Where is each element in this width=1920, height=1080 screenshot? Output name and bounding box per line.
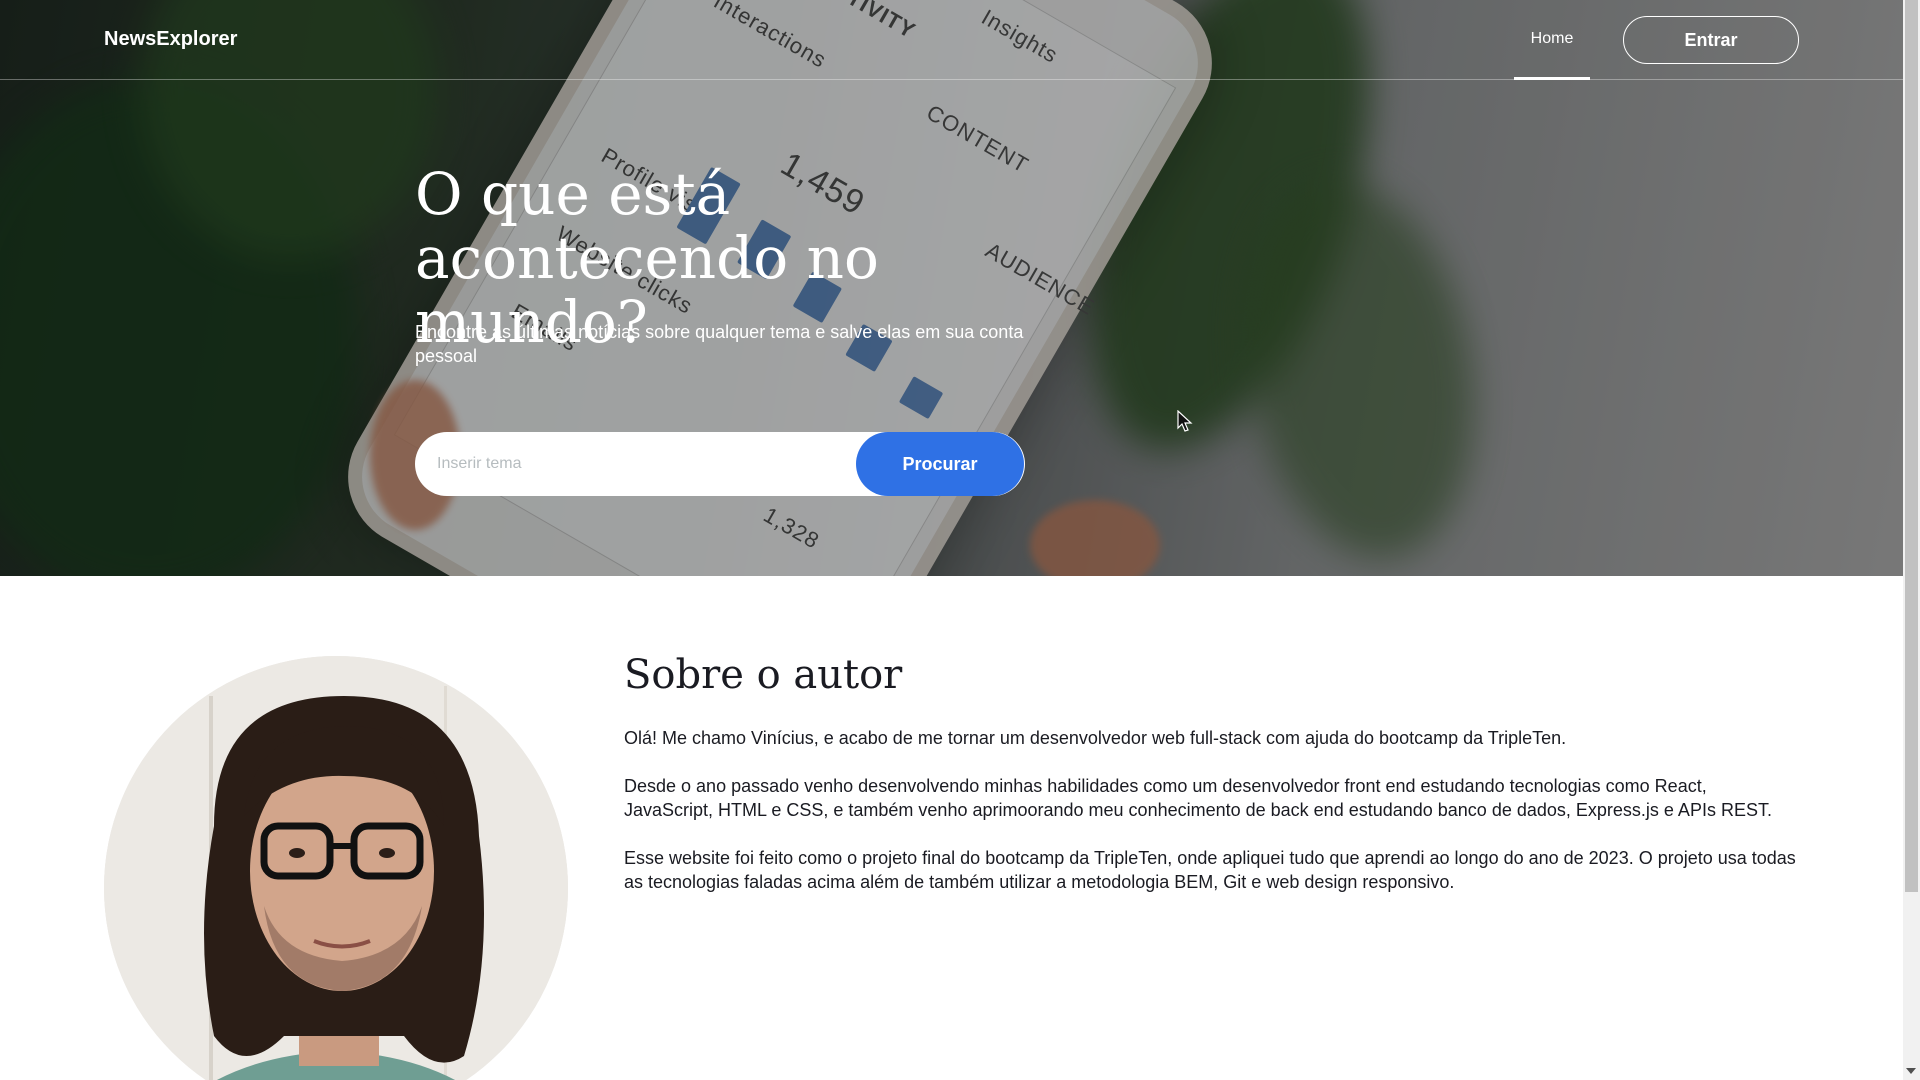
about-paragraph: Desde o ano passado venho desenvolvendo … xyxy=(624,776,1772,820)
search-form: Procurar xyxy=(415,432,1025,496)
login-button[interactable]: Entrar xyxy=(1623,16,1799,64)
search-input[interactable] xyxy=(437,432,837,496)
hero-subtitle: Encontre as últimas notícias sobre qualq… xyxy=(415,322,1024,366)
hero-section: Insights ACTIVITY Interactions CONTENT A… xyxy=(0,0,1903,576)
author-photo xyxy=(104,656,568,1080)
mouse-cursor-icon xyxy=(1177,410,1193,432)
scroll-down-arrow-icon[interactable] xyxy=(1906,1068,1916,1074)
about-paragraph: Esse website foi feito como o projeto fi… xyxy=(624,848,1796,892)
scrollbar-thumb[interactable] xyxy=(1905,0,1918,892)
page-scrollbar[interactable] xyxy=(1903,0,1920,1080)
site-header: NewsExplorer Home Entrar xyxy=(0,0,1903,80)
author-portrait-illustration xyxy=(104,656,568,1080)
about-title: Sobre o autor xyxy=(624,652,903,698)
nav-link-home[interactable]: Home xyxy=(1514,0,1590,80)
site-logo[interactable]: NewsExplorer xyxy=(104,28,237,51)
about-paragraph: Olá! Me chamo Vinícius, e acabo de me to… xyxy=(624,728,1567,748)
page: Insights ACTIVITY Interactions CONTENT A… xyxy=(0,0,1920,1080)
search-button[interactable]: Procurar xyxy=(856,432,1024,496)
